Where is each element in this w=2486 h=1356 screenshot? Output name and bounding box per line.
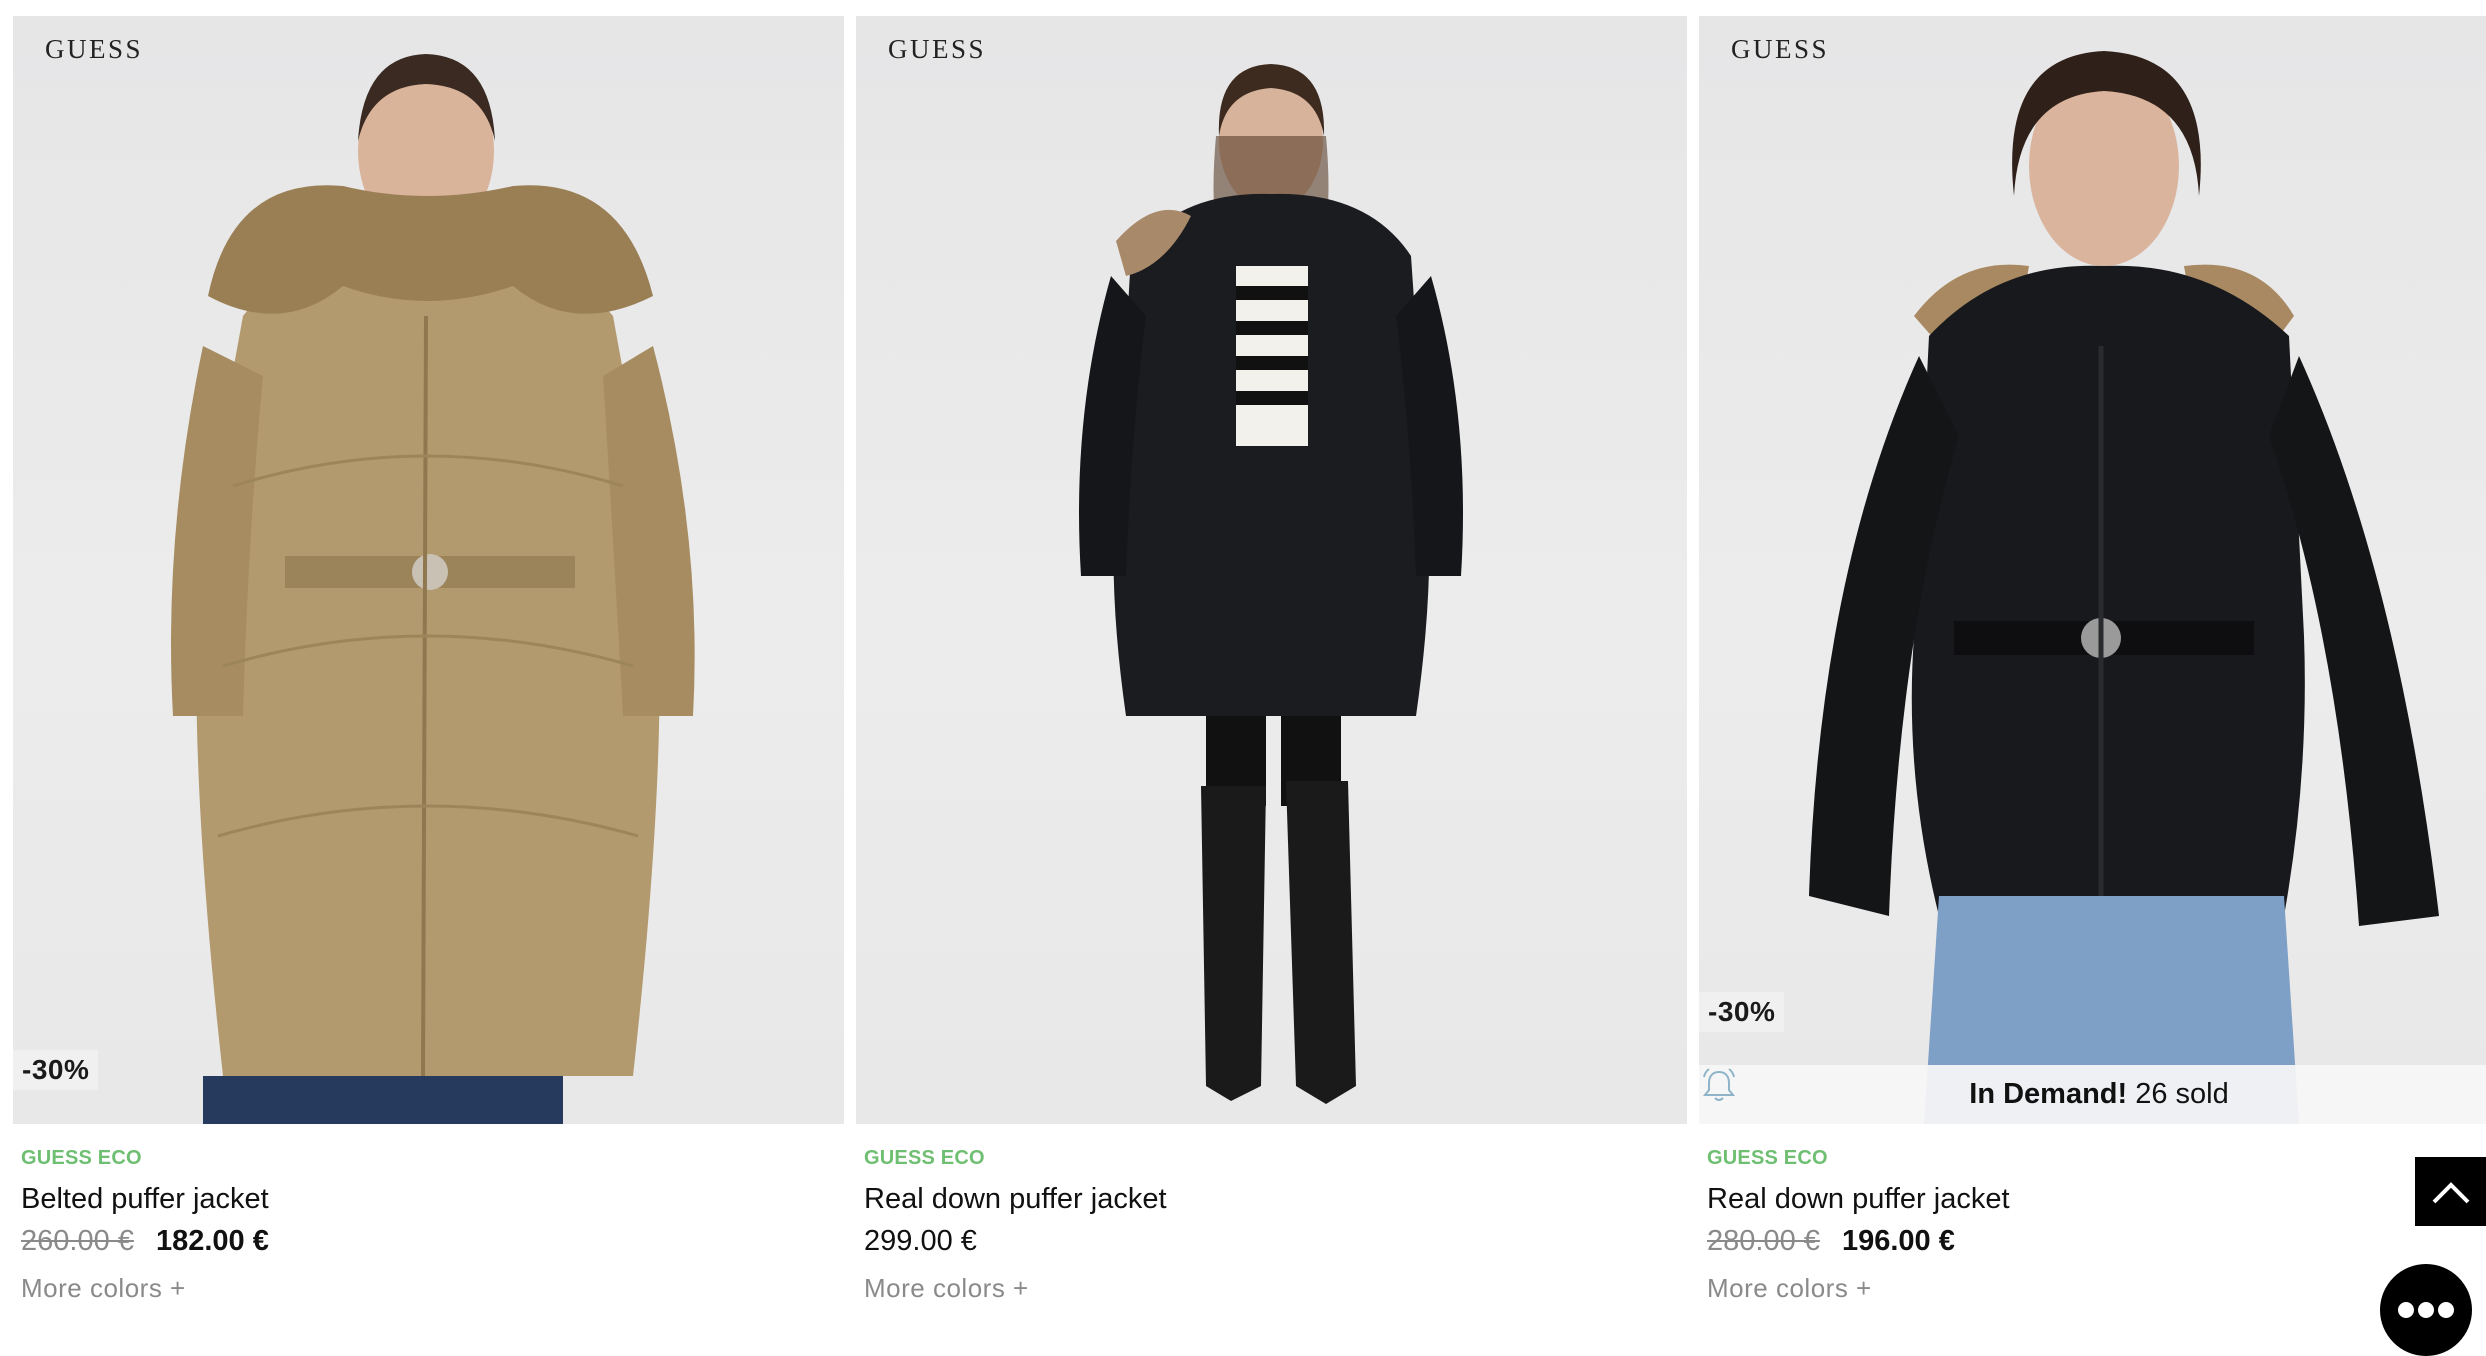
price-row: 280.00 € 196.00 € — [1707, 1225, 2010, 1265]
product-image[interactable]: GUESS — [856, 16, 1687, 1124]
product-name[interactable]: Belted puffer jacket — [21, 1183, 269, 1221]
original-price: 260.00 € — [21, 1225, 134, 1257]
chat-dot — [2418, 1302, 2434, 1318]
product-line-label: GUESS ECO — [864, 1147, 985, 1169]
product-image[interactable]: GUESS -30% In Demand! 26 sold — [1699, 16, 2486, 1124]
price: 299.00 € — [864, 1225, 977, 1257]
brand-tag: GUESS — [1731, 34, 1830, 64]
product-info: GUESS ECO Real down puffer jacket 280.00… — [1707, 1147, 2010, 1304]
sale-price: 196.00 € — [1841, 1225, 1955, 1257]
product-name[interactable]: Real down puffer jacket — [864, 1183, 1167, 1221]
chat-dot — [2438, 1302, 2454, 1318]
product-image[interactable]: GUESS -30% — [13, 16, 844, 1124]
model-illustration — [1809, 51, 2439, 1124]
product-info: GUESS ECO Real down puffer jacket 299.00… — [864, 1147, 1167, 1304]
bell-icon — [1702, 1068, 1736, 1101]
chevron-up-icon — [2432, 1181, 2469, 1203]
back-to-top-button[interactable] — [2415, 1157, 2486, 1226]
discount-badge: -30% — [1699, 992, 1785, 1032]
more-colors-link[interactable]: More colors + — [864, 1273, 1167, 1304]
price-row: 260.00 € 182.00 € — [21, 1225, 269, 1265]
brand-tag: GUESS — [45, 34, 144, 64]
in-demand-banner: In Demand! 26 sold — [1699, 1065, 2486, 1124]
product-line-label: GUESS ECO — [21, 1147, 142, 1169]
product-grid: GUESS -30% GUESS ECO Belted puffer jacke… — [13, 16, 2486, 1312]
original-price: 280.00 € — [1707, 1225, 1820, 1257]
product-card[interactable]: GUESS GUESS ECO Real down puffer jacket … — [856, 16, 1687, 1312]
product-name[interactable]: Real down puffer jacket — [1707, 1183, 2010, 1221]
more-colors-link[interactable]: More colors + — [1707, 1273, 2010, 1304]
product-info: GUESS ECO Belted puffer jacket 260.00 € … — [21, 1147, 269, 1304]
chat-dot — [2398, 1302, 2414, 1318]
brand-tag: GUESS — [888, 34, 987, 64]
product-line-label: GUESS ECO — [1707, 1147, 1828, 1169]
discount-badge: -30% — [13, 1050, 99, 1090]
in-demand-label: In Demand! — [1969, 1078, 2128, 1110]
model-illustration — [171, 54, 695, 1124]
sold-count: 26 sold — [2135, 1078, 2229, 1110]
chat-button[interactable] — [2380, 1264, 2472, 1356]
sale-price: 182.00 € — [155, 1225, 269, 1257]
price-row: 299.00 € — [864, 1225, 1167, 1265]
product-card[interactable]: GUESS -30% GUESS ECO Belted puffer jacke… — [13, 16, 844, 1312]
product-card[interactable]: GUESS -30% In Demand! 26 sold GUESS ECO … — [1699, 16, 2486, 1312]
model-illustration — [1079, 64, 1463, 1104]
more-colors-link[interactable]: More colors + — [21, 1273, 269, 1304]
